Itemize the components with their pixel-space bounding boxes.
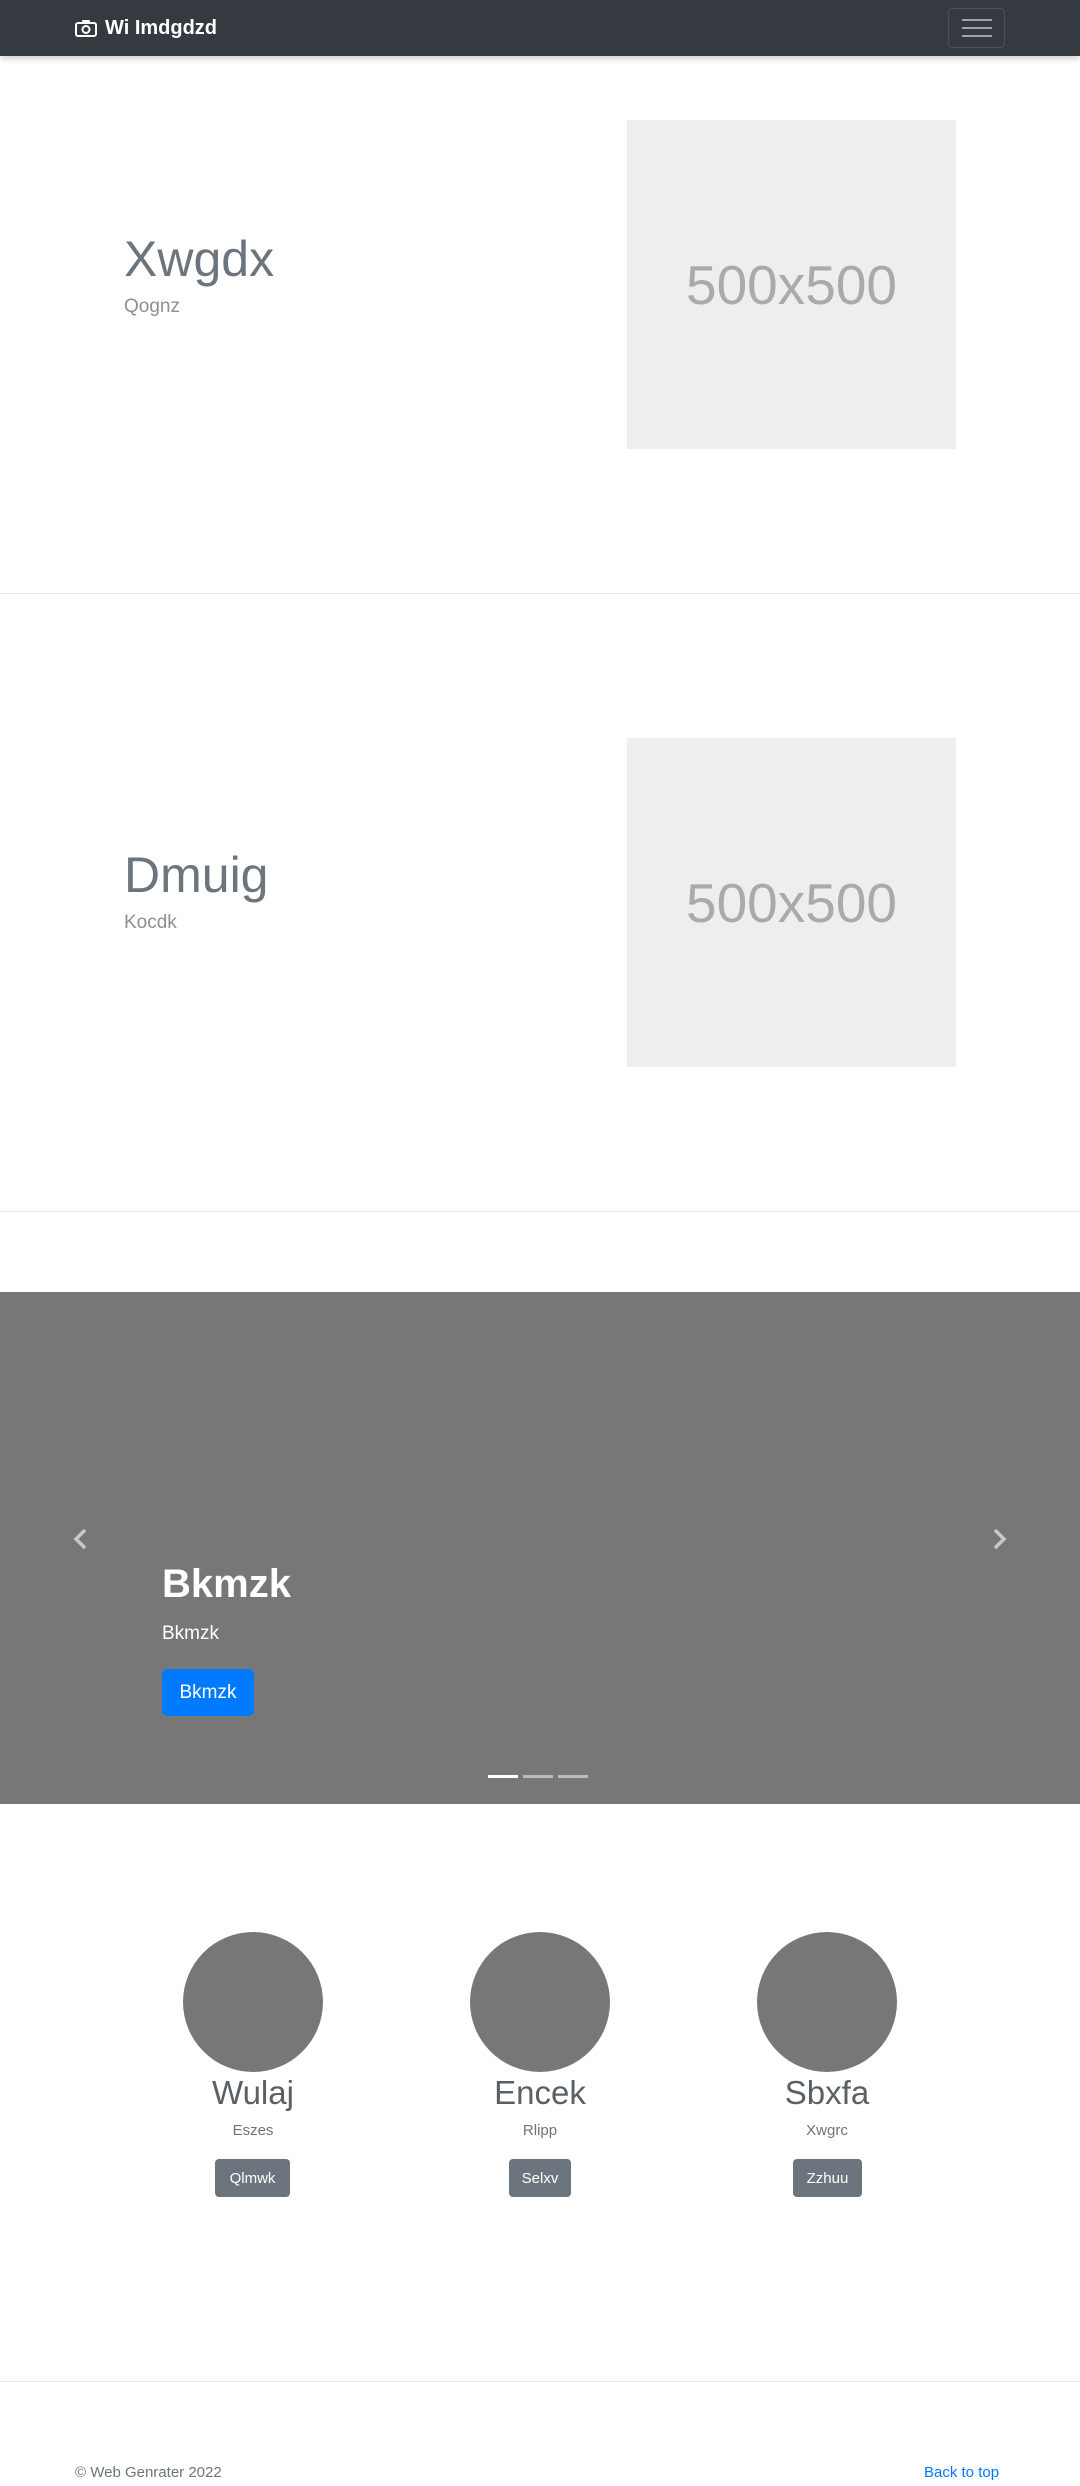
carousel-indicator-2[interactable] [523, 1775, 553, 1778]
card-description: Rlipp [522, 2122, 558, 2139]
card-button[interactable]: Zzhuu [793, 2159, 862, 2197]
back-to-top-link[interactable]: Back to top [924, 2464, 999, 2481]
footer-copyright: © Web Genrater 2022 [75, 2464, 222, 2481]
avatar [757, 1932, 897, 2072]
profile-card-3: Sbxfa Xwgrc Zzhuu [747, 1932, 907, 2232]
feature-section-1: Xwgdx Qognz 500x500 [0, 56, 1080, 594]
card-description: Eszes [232, 2122, 274, 2139]
feature-subheading: Kocdk [124, 912, 177, 933]
profile-card-1: Wulaj Eszes Qlmwk [173, 1932, 333, 2232]
feature-image-placeholder: 500x500 [627, 120, 956, 449]
navbar: Wi Imdgdzd [0, 0, 1080, 56]
carousel: Bkmzk Bkmzk Bkmzk [0, 1292, 1080, 1804]
card-description: Xwgrc [806, 2122, 848, 2139]
footer-divider [0, 2381, 1080, 2382]
card-button[interactable]: Qlmwk [215, 2159, 290, 2197]
chevron-right-icon[interactable] [988, 1528, 1010, 1550]
feature-heading: Dmuig [124, 847, 269, 903]
navbar-toggler-button[interactable] [948, 8, 1005, 48]
profile-card-2: Encek Rlipp Selxv [460, 1932, 620, 2232]
brand-link[interactable]: Wi Imdgdzd [75, 16, 217, 40]
carousel-indicator-3[interactable] [558, 1775, 588, 1778]
carousel-caption-title: Bkmzk [162, 1562, 291, 1606]
hamburger-icon [962, 19, 992, 37]
feature-heading: Xwgdx [124, 231, 275, 287]
card-name: Encek [494, 2074, 586, 2111]
carousel-cta-button[interactable]: Bkmzk [162, 1669, 254, 1716]
card-name: Wulaj [212, 2074, 294, 2111]
chevron-left-icon[interactable] [70, 1528, 92, 1550]
feature-section-2: Dmuig Kocdk 500x500 [0, 594, 1080, 1212]
card-name: Sbxfa [784, 2074, 870, 2111]
carousel-indicators [488, 1775, 588, 1778]
card-button[interactable]: Selxv [509, 2159, 571, 2197]
avatar [470, 1932, 610, 2072]
carousel-indicator-1[interactable] [488, 1775, 518, 1778]
carousel-caption-text: Bkmzk [162, 1623, 219, 1644]
avatar [183, 1932, 323, 2072]
feature-image-placeholder: 500x500 [627, 738, 956, 1067]
brand-name: Wi Imdgdzd [105, 16, 218, 39]
placeholder-label: 500x500 [685, 253, 898, 316]
feature-subheading: Qognz [124, 296, 180, 317]
placeholder-label: 500x500 [685, 871, 898, 934]
camera-icon [75, 20, 97, 37]
